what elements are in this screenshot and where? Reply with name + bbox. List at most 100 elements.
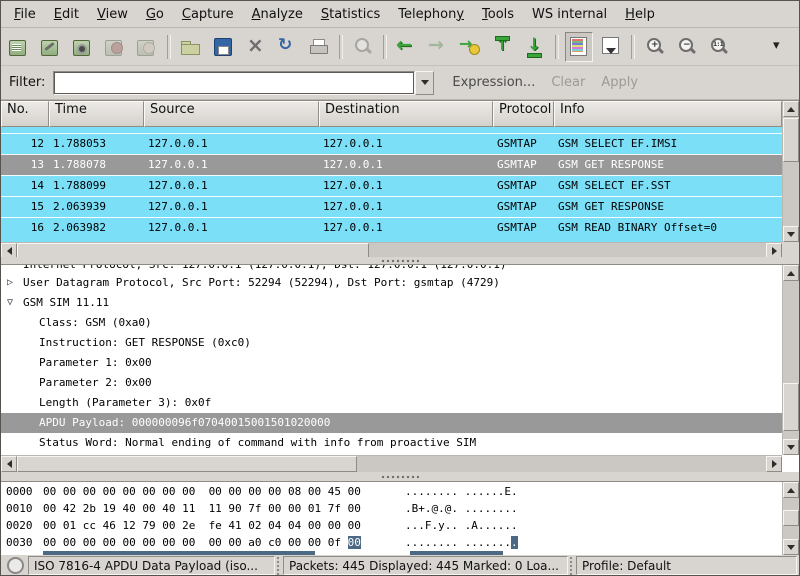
- statusbar-grip[interactable]: [569, 556, 575, 575]
- packet-row-16[interactable]: 162.063982127.0.0.1127.0.0.1GSMTAPGSM RE…: [1, 217, 782, 238]
- detail-row[interactable]: Parameter 2: 0x00: [1, 373, 782, 393]
- filter-dropdown-button[interactable]: [415, 71, 434, 95]
- detail-row[interactable]: Status Word: Normal ending of command wi…: [1, 433, 782, 453]
- column-header-source[interactable]: Source: [144, 101, 319, 127]
- expression-button[interactable]: Expression...: [444, 71, 543, 94]
- scroll-down-button[interactable]: [783, 439, 799, 455]
- hex-row-0010[interactable]: 001000 42 2b 19 40 00 40 11 11 90 7f 00 …: [1, 500, 782, 517]
- scroll-left-button[interactable]: [1, 456, 17, 472]
- find-button[interactable]: [349, 32, 377, 62]
- scroll-up-button[interactable]: [783, 482, 799, 498]
- autoscroll-toggle[interactable]: [597, 32, 625, 62]
- column-header-info[interactable]: Info: [554, 101, 782, 127]
- detail-row[interactable]: APDU Payload: 000000096f0704001500150102…: [1, 413, 782, 433]
- menu-help[interactable]: Help: [616, 3, 664, 26]
- detail-row[interactable]: Instruction: GET RESPONSE (0xc0): [1, 333, 782, 353]
- detail-row[interactable]: ▷User Datagram Protocol, Src Port: 52294…: [1, 273, 782, 293]
- scroll-up-button[interactable]: [783, 265, 799, 281]
- selected-ascii-char[interactable]: .: [511, 536, 518, 549]
- scrollbar-thumb[interactable]: [783, 383, 799, 431]
- capture-stop-button[interactable]: [101, 32, 129, 62]
- hex-bytes[interactable]: 00 01 cc 46 12 79 00 2e fe 41 02 04 04 0…: [43, 517, 377, 534]
- capture-interfaces-button[interactable]: [5, 32, 33, 62]
- selected-byte[interactable]: 00: [348, 536, 361, 549]
- column-header-time[interactable]: Time: [49, 101, 144, 127]
- bytes-vertical-scrollbar[interactable]: [782, 482, 799, 555]
- scroll-down-button[interactable]: [783, 539, 799, 555]
- reload-button[interactable]: [273, 32, 301, 62]
- ascii-bytes[interactable]: ...F.y.. .A......: [405, 517, 518, 534]
- toolbar-overflow-button[interactable]: [765, 32, 793, 62]
- scroll-up-button[interactable]: [783, 101, 799, 117]
- statusbar-grip[interactable]: [276, 556, 282, 575]
- menu-edit[interactable]: Edit: [45, 3, 88, 26]
- packet-list-vertical-scrollbar[interactable]: [782, 101, 799, 242]
- expander-open-icon[interactable]: ▽: [7, 293, 13, 313]
- ascii-bytes[interactable]: .B+.@.@. ........: [405, 500, 518, 517]
- menu-statistics[interactable]: Statistics: [312, 3, 389, 26]
- column-header-protocol[interactable]: Protocol: [493, 101, 554, 127]
- capture-restart-button[interactable]: [133, 32, 161, 62]
- hex-bytes[interactable]: 00 00 00 00 00 00 00 00 00 00 00 00 08 0…: [43, 483, 377, 500]
- menu-bar: FileEditViewGoCaptureAnalyzeStatisticsTe…: [1, 1, 799, 28]
- scrollbar-thumb[interactable]: [17, 456, 357, 472]
- go-bottom-button[interactable]: [521, 32, 549, 62]
- detail-row[interactable]: Internet Protocol, Src: 127.0.0.1 (127.0…: [1, 265, 782, 273]
- column-header-destination[interactable]: Destination: [319, 101, 493, 127]
- ascii-bytes[interactable]: ........ ........: [405, 534, 518, 551]
- expander-closed-icon[interactable]: ▷: [7, 273, 13, 293]
- column-header-no[interactable]: No.: [1, 101, 49, 127]
- zoom-100-button[interactable]: 1:1: [705, 32, 733, 62]
- detail-row[interactable]: ▽GSM SIM 11.11: [1, 293, 782, 313]
- hex-bytes[interactable]: 00 42 2b 19 40 00 40 11 11 90 7f 00 00 0…: [43, 500, 377, 517]
- go-top-button[interactable]: [489, 32, 517, 62]
- filter-input[interactable]: [53, 71, 415, 95]
- packet-row-14[interactable]: 141.788099127.0.0.1127.0.0.1GSMTAPGSM SE…: [1, 175, 782, 196]
- details-horizontal-scrollbar[interactable]: [1, 455, 782, 472]
- go-forward-button[interactable]: [425, 32, 453, 62]
- hex-bytes[interactable]: 00 00 00 00 00 00 00 00 00 00 a0 c0 00 0…: [43, 534, 377, 551]
- hex-row-0000[interactable]: 000000 00 00 00 00 00 00 00 00 00 00 00 …: [1, 483, 782, 500]
- go-back-button[interactable]: [393, 32, 421, 62]
- menu-telephony[interactable]: Telephony: [389, 3, 473, 26]
- scrollbar-thumb[interactable]: [783, 510, 799, 526]
- menu-ws-internal[interactable]: WS internal: [523, 3, 616, 26]
- file-close-button[interactable]: [241, 32, 269, 62]
- apply-button[interactable]: Apply: [593, 71, 646, 94]
- scrollbar-thumb[interactable]: [783, 118, 799, 162]
- packet-row-12[interactable]: 121.788053127.0.0.1127.0.0.1GSMTAPGSM SE…: [1, 133, 782, 154]
- ascii-bytes[interactable]: ........ ......E.: [405, 483, 518, 500]
- file-open-button[interactable]: [177, 32, 205, 62]
- clear-button[interactable]: Clear: [543, 71, 593, 94]
- file-save-button[interactable]: [209, 32, 237, 62]
- packet-row-15[interactable]: 152.063939127.0.0.1127.0.0.1GSMTAPGSM GE…: [1, 196, 782, 217]
- go-to-packet-button[interactable]: [457, 32, 485, 62]
- profile-status[interactable]: Profile: Default: [576, 556, 797, 575]
- menu-go[interactable]: Go: [137, 3, 173, 26]
- pane-splitter[interactable]: [1, 257, 799, 264]
- print-button[interactable]: [305, 32, 333, 62]
- detail-row[interactable]: Length (Parameter 3): 0x0f: [1, 393, 782, 413]
- zoom-in-button[interactable]: +: [641, 32, 669, 62]
- details-vertical-scrollbar[interactable]: [782, 265, 799, 455]
- capture-start-button[interactable]: [69, 32, 97, 62]
- menu-tools[interactable]: Tools: [473, 3, 523, 26]
- scroll-down-button[interactable]: [783, 226, 799, 242]
- scroll-right-button[interactable]: [766, 456, 782, 472]
- hex-row-0020[interactable]: 002000 01 cc 46 12 79 00 2e fe 41 02 04 …: [1, 517, 782, 534]
- menu-file[interactable]: File: [5, 3, 45, 26]
- detail-row[interactable]: Parameter 1: 0x00: [1, 353, 782, 373]
- packet-row-13[interactable]: 131.788078127.0.0.1127.0.0.1GSMTAPGSM GE…: [1, 154, 782, 175]
- detail-row[interactable]: Class: GSM (0xa0): [1, 313, 782, 333]
- colorize-toggle[interactable]: [565, 32, 593, 62]
- capture-options-icon: [39, 35, 63, 59]
- cell-info: GSM GET RESPONSE: [554, 197, 782, 217]
- zoom-out-button[interactable]: −: [673, 32, 701, 62]
- menu-view[interactable]: View: [88, 3, 137, 26]
- expert-info-icon[interactable]: [7, 557, 24, 574]
- capture-options-button[interactable]: [37, 32, 65, 62]
- hex-row-0030[interactable]: 003000 00 00 00 00 00 00 00 00 00 a0 c0 …: [1, 534, 782, 551]
- pane-splitter[interactable]: [1, 472, 799, 481]
- menu-analyze[interactable]: Analyze: [243, 3, 312, 26]
- menu-capture[interactable]: Capture: [173, 3, 243, 26]
